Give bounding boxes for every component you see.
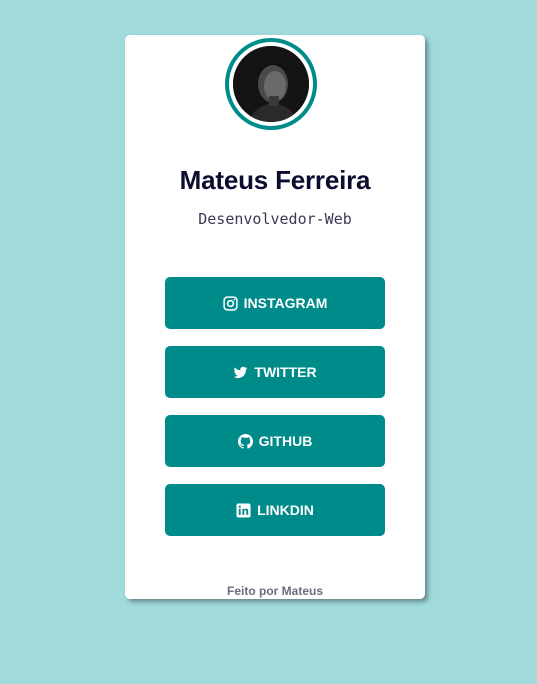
twitter-label: TWITTER <box>254 364 317 380</box>
instagram-button[interactable]: INSTAGRAM <box>165 277 385 329</box>
avatar <box>233 46 309 122</box>
linkedin-label: LINKDIN <box>257 502 314 518</box>
profile-photo <box>233 46 309 122</box>
github-label: GITHUB <box>258 433 313 449</box>
instagram-icon <box>223 295 238 311</box>
github-button[interactable]: GITHUB <box>165 415 385 467</box>
profile-card: Mateus Ferreira Desenvolvedor-Web INSTAG… <box>125 35 425 599</box>
twitter-button[interactable]: TWITTER <box>165 346 385 398</box>
instagram-label: INSTAGRAM <box>243 295 328 311</box>
github-icon <box>237 433 253 449</box>
linkedin-icon <box>236 502 251 518</box>
profile-name: Mateus Ferreira <box>179 165 371 195</box>
footer-credit: Feito por Mateus <box>226 584 323 598</box>
avatar-ring <box>225 38 317 130</box>
twitter-icon <box>233 365 248 380</box>
linkedin-button[interactable]: LINKDIN <box>165 484 385 536</box>
profile-role: Desenvolvedor-Web <box>198 210 352 228</box>
